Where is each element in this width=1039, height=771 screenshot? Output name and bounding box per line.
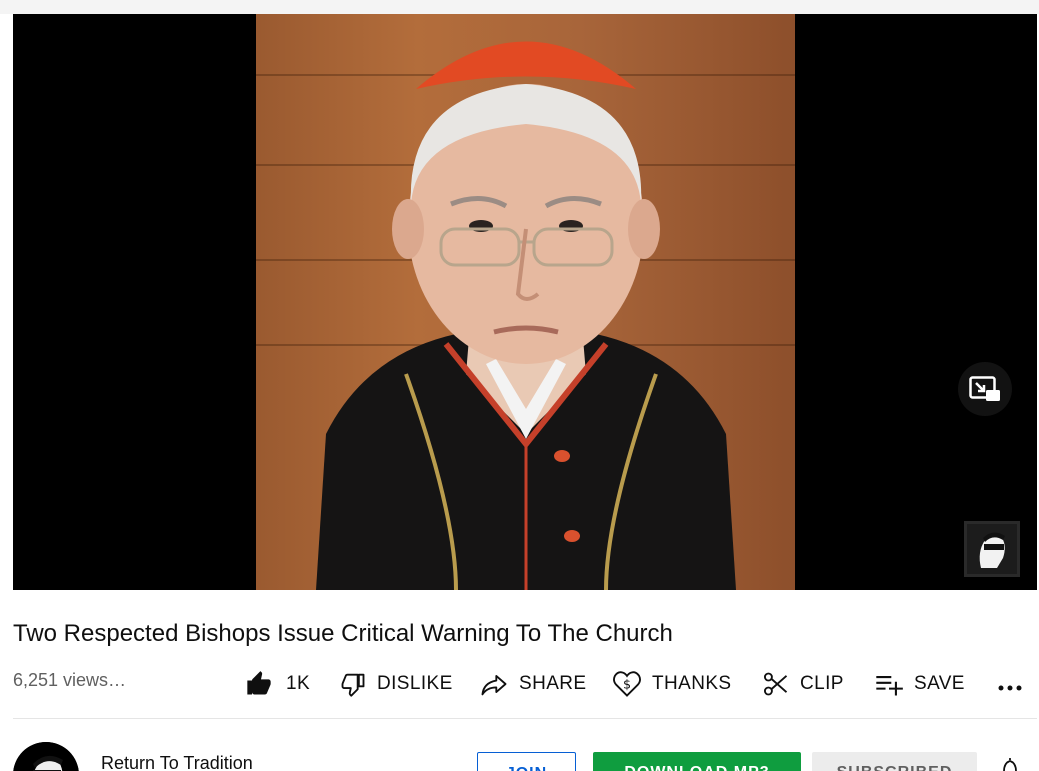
- portrait-illustration: [316, 41, 736, 590]
- divider: [13, 718, 1037, 719]
- share-arrow-icon: [481, 675, 507, 696]
- channel-watermark-logo: [967, 524, 1017, 574]
- thumbs-down-icon: [341, 673, 365, 697]
- channel-avatar-image: [13, 742, 79, 771]
- channel-watermark[interactable]: [964, 521, 1020, 577]
- share-label: SHARE: [519, 673, 587, 694]
- dislike-button[interactable]: DISLIKE: [339, 666, 453, 702]
- like-count: 1K: [286, 673, 311, 694]
- top-strip: [0, 0, 1039, 14]
- video-title: Two Respected Bishops Issue Critical War…: [13, 620, 673, 647]
- view-count[interactable]: 6,251 views…: [13, 670, 126, 691]
- scissors-icon: [763, 672, 788, 696]
- more-horizontal-icon: [998, 685, 1022, 691]
- share-button[interactable]: SHARE: [479, 666, 586, 702]
- miniplayer-button[interactable]: [958, 362, 1012, 416]
- subscribed-button[interactable]: SUBSCRIBED: [812, 752, 977, 771]
- download-mp3-button[interactable]: DOWNLOAD MP3: [593, 752, 801, 771]
- save-button[interactable]: SAVE: [874, 666, 965, 702]
- thanks-button[interactable]: $ THANKS: [612, 666, 731, 702]
- bell-icon[interactable]: [999, 758, 1021, 771]
- video-frame-thumbnail: [256, 14, 795, 590]
- save-label: SAVE: [914, 673, 965, 694]
- channel-avatar[interactable]: [13, 742, 79, 771]
- more-actions-button[interactable]: [997, 666, 1023, 702]
- dislike-label: DISLIKE: [377, 673, 453, 694]
- clip-button[interactable]: CLIP: [762, 666, 844, 702]
- thumbs-up-filled-icon: [247, 671, 271, 695]
- playlist-add-icon: [876, 676, 903, 696]
- video-player[interactable]: [13, 14, 1037, 590]
- thanks-label: THANKS: [652, 673, 732, 694]
- svg-text:$: $: [623, 677, 631, 692]
- like-button[interactable]: 1K: [245, 666, 310, 702]
- heart-dollar-icon: $: [613, 671, 641, 697]
- join-button[interactable]: JOIN: [477, 752, 576, 771]
- channel-name[interactable]: Return To Tradition: [101, 753, 253, 771]
- miniplayer-icon: [969, 376, 1000, 401]
- clip-label: CLIP: [800, 673, 844, 694]
